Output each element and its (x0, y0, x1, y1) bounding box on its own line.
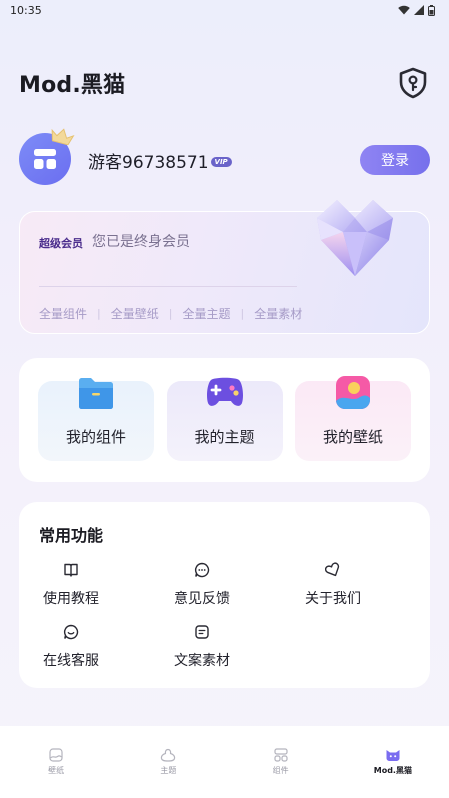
support-chat-icon (63, 622, 79, 642)
status-time: 10:35 (10, 3, 42, 17)
tab-label: 壁纸 (48, 766, 65, 775)
heart-icon (325, 560, 341, 580)
tab-wallpaper[interactable]: 壁纸 (11, 748, 101, 776)
picture-icon (336, 376, 370, 409)
battery-icon (428, 4, 435, 16)
gamepad-icon (206, 377, 243, 406)
online-support-button[interactable]: 在线客服 (26, 622, 116, 670)
tab-mod-cat[interactable]: Mod.黑猫 (348, 748, 438, 776)
vip-features: 全量组件 | 全量壁纸 | 全量主题 | 全量素材 (39, 305, 302, 322)
copywriting-materials-button[interactable]: 文案素材 (157, 622, 247, 670)
heart-gem-icon (317, 200, 393, 276)
shield-key-button[interactable] (396, 66, 430, 100)
avatar-grid-icon (34, 149, 56, 169)
shield-key-icon (399, 67, 427, 99)
my-themes-button[interactable]: 我的主题 (166, 377, 283, 461)
crown-icon (51, 128, 75, 145)
status-bar: 10:35 (0, 0, 449, 20)
signal-icon (414, 5, 424, 15)
vip-card[interactable]: 超级会员 您已是终身会员 全量组件 | 全量壁纸 | 全量主题 | 全量素材 (19, 200, 430, 334)
chat-bubble-icon (194, 560, 210, 580)
tab-label: 组件 (272, 766, 289, 775)
tab-label: Mod.黑猫 (373, 766, 412, 775)
wallpaper-icon (49, 748, 63, 762)
theme-icon (161, 748, 176, 762)
about-us-button[interactable]: 关于我们 (288, 560, 378, 608)
function-label: 关于我们 (305, 591, 361, 607)
feature-separator: | (240, 307, 245, 320)
quick-label: 我的壁纸 (322, 428, 383, 446)
quick-label: 我的主题 (194, 428, 255, 446)
vip-feature: 全量壁纸 (110, 307, 159, 321)
tutorial-button[interactable]: 使用教程 (26, 560, 116, 608)
feedback-button[interactable]: 意见反馈 (157, 560, 247, 608)
function-label: 文案素材 (174, 653, 230, 669)
tab-label: 主题 (160, 766, 177, 775)
vip-feature: 全量素材 (254, 307, 303, 321)
section-title: 常用功能 (39, 526, 104, 545)
feature-separator: | (97, 307, 101, 320)
profile-row: 游客96738571 VIP 登录 (19, 128, 430, 188)
quick-label: 我的组件 (65, 428, 126, 446)
vip-divider (39, 286, 297, 287)
status-icons (398, 4, 435, 16)
book-icon (63, 560, 79, 580)
document-icon (194, 622, 210, 642)
vip-feature: 全量主题 (182, 307, 231, 321)
wifi-icon (398, 5, 410, 15)
my-wallpapers-button[interactable]: 我的壁纸 (295, 376, 411, 461)
login-button[interactable]: 登录 (360, 145, 430, 175)
tab-widget[interactable]: 组件 (236, 748, 326, 776)
tab-theme[interactable]: 主题 (123, 748, 213, 776)
folder-icon (79, 378, 113, 409)
function-label: 意见反馈 (174, 591, 230, 607)
bottom-tab-bar: 壁纸 主题 组件 Mod.黑猫 (0, 726, 449, 798)
app-title: Mod.黑猫 (19, 73, 126, 98)
function-label: 使用教程 (43, 591, 99, 607)
vip-badge: 超级会员 (39, 237, 83, 250)
avatar[interactable] (19, 128, 75, 187)
feature-separator: | (168, 307, 173, 320)
quick-actions-card: 我的组件 我的主题 我的壁纸 (19, 358, 430, 482)
vip-feature: 全量组件 (39, 307, 88, 321)
vip-tag: VIP (210, 157, 232, 167)
widget-icon (274, 748, 288, 762)
header: Mod.黑猫 (19, 66, 430, 100)
function-label: 在线客服 (43, 653, 99, 669)
vip-status: 您已是终身会员 (92, 234, 190, 250)
common-functions-card: 常用功能 使用教程 意见反馈 关于我们 在线客服 文案素材 (19, 502, 430, 688)
my-widgets-button[interactable]: 我的组件 (38, 378, 154, 461)
username-text: 游客96738571 (88, 152, 209, 173)
cat-icon (386, 750, 400, 761)
username: 游客96738571 VIP (88, 148, 232, 173)
